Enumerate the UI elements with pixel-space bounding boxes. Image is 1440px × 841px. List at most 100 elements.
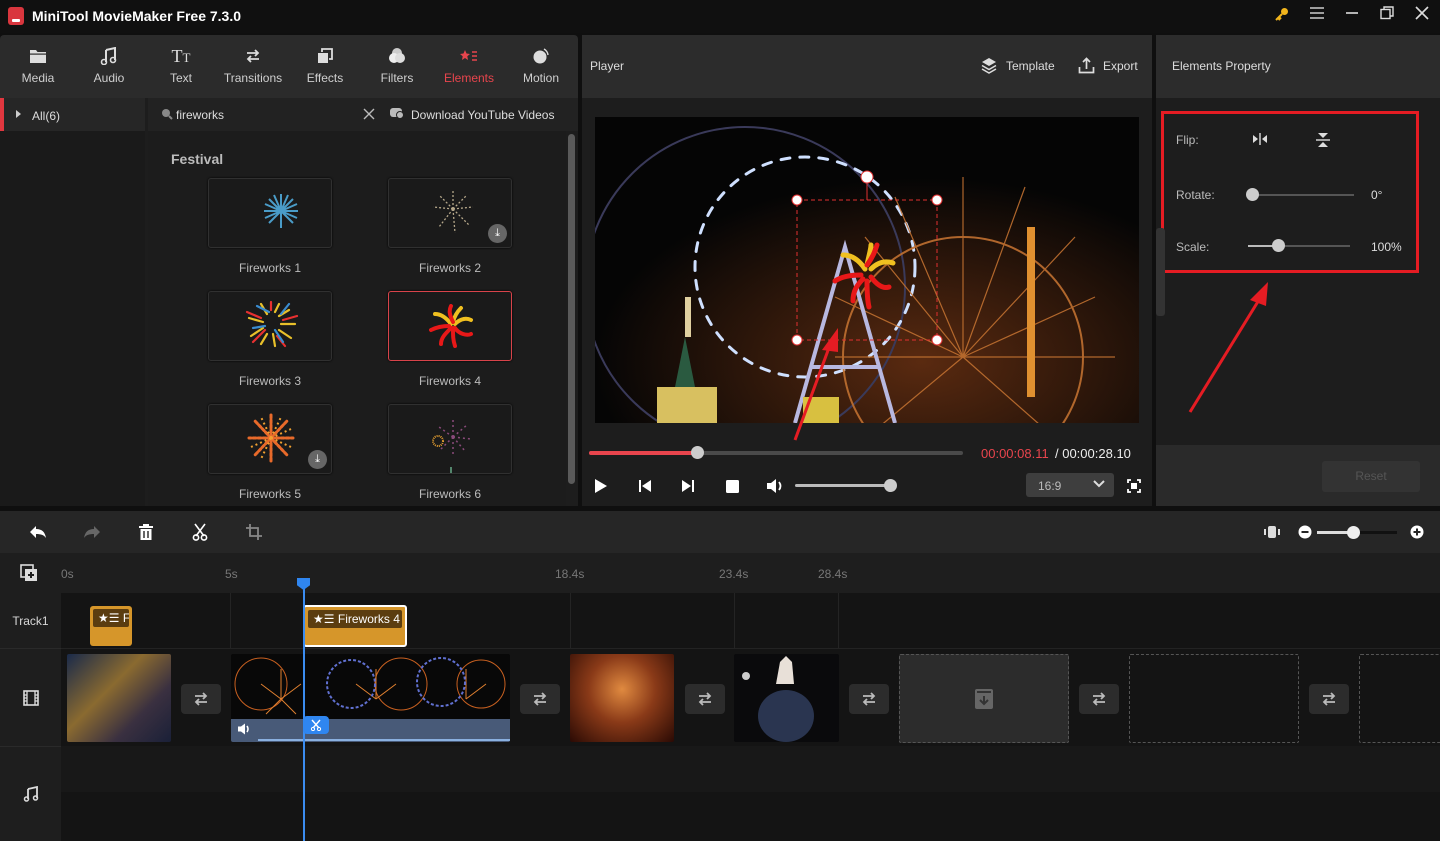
scissors-icon bbox=[192, 523, 208, 541]
playhead[interactable] bbox=[303, 578, 305, 841]
previous-frame-button[interactable] bbox=[635, 476, 655, 496]
volume-button[interactable] bbox=[765, 476, 785, 496]
element-clip-selected[interactable]: ★☰ Fireworks 4 bbox=[303, 605, 407, 647]
volume-slider[interactable] bbox=[795, 479, 897, 492]
empty-media-slot[interactable] bbox=[1129, 654, 1299, 743]
element-card-fireworks-2[interactable]: ⤓ bbox=[388, 178, 512, 248]
split-button[interactable] bbox=[189, 522, 211, 542]
library-scrollbar[interactable] bbox=[568, 134, 575, 484]
flip-vertical-button[interactable] bbox=[1316, 132, 1330, 151]
fit-icon bbox=[1264, 526, 1280, 538]
clip-thumbnails bbox=[231, 657, 510, 742]
export-icon bbox=[1078, 57, 1095, 74]
grid-line bbox=[734, 593, 735, 648]
transition-slot[interactable] bbox=[685, 684, 725, 714]
video-clip-city[interactable] bbox=[67, 654, 171, 742]
reset-button[interactable]: Reset bbox=[1322, 461, 1420, 492]
properties-footer: Reset bbox=[1156, 445, 1440, 506]
element-card-fireworks-3[interactable] bbox=[208, 291, 332, 361]
tab-elements[interactable]: Elements bbox=[435, 45, 503, 85]
grid-line bbox=[838, 593, 839, 648]
download-icon[interactable]: ⤓ bbox=[308, 450, 327, 469]
track-headers: Track1 bbox=[0, 593, 61, 841]
clip-volume-icon[interactable] bbox=[237, 723, 251, 738]
category-all[interactable]: All(6) bbox=[0, 98, 145, 131]
menu-icon[interactable] bbox=[1305, 6, 1329, 26]
volume-knob[interactable] bbox=[884, 479, 897, 492]
tab-media[interactable]: Media bbox=[4, 45, 72, 85]
element-card-fireworks-6[interactable] bbox=[388, 404, 512, 474]
element-card-fireworks-5[interactable]: ⤓ bbox=[208, 404, 332, 474]
video-clip-lanterns[interactable] bbox=[570, 654, 674, 742]
progress-fill bbox=[589, 451, 698, 455]
video-preview[interactable] bbox=[595, 117, 1139, 423]
flip-horizontal-button[interactable] bbox=[1252, 133, 1268, 148]
tab-audio[interactable]: Audio bbox=[75, 45, 143, 85]
fireworks-thumbnail bbox=[429, 304, 473, 348]
elements-property-panel: Elements Property Flip: Rotate: 0° Scale… bbox=[1156, 35, 1440, 506]
player-panel: Player Template Export 00:00:08.11 / 00:… bbox=[582, 35, 1152, 506]
fireworks-thumbnail bbox=[247, 413, 295, 463]
scale-slider[interactable] bbox=[1248, 239, 1350, 252]
tab-text[interactable]: TT Text bbox=[147, 45, 215, 86]
add-track-button[interactable] bbox=[20, 564, 38, 585]
close-icon[interactable] bbox=[1410, 6, 1434, 26]
download-youtube-link[interactable]: Download YouTube Videos bbox=[411, 108, 554, 122]
ruler-tick: 28.4s bbox=[818, 567, 848, 581]
download-icon[interactable]: ⤓ bbox=[488, 224, 507, 243]
fit-timeline-button[interactable] bbox=[1261, 522, 1283, 542]
restore-icon[interactable] bbox=[1375, 6, 1399, 26]
tab-transitions[interactable]: Transitions bbox=[219, 45, 287, 85]
element-clip[interactable]: ★☰ Fi bbox=[90, 606, 132, 646]
empty-media-slot[interactable] bbox=[899, 654, 1069, 743]
redo-button[interactable] bbox=[81, 522, 103, 542]
zoom-in-button[interactable] bbox=[1406, 522, 1428, 542]
clear-search-icon[interactable] bbox=[363, 108, 375, 123]
elements-icon: ★☰ bbox=[313, 612, 338, 626]
timeline-ruler[interactable]: 0s 5s 18.4s 23.4s 28.4s bbox=[0, 553, 1440, 593]
player-header: Player Template Export bbox=[582, 35, 1152, 98]
track-header-video bbox=[0, 649, 61, 747]
undo-icon bbox=[30, 526, 46, 538]
transition-slot[interactable] bbox=[1079, 684, 1119, 714]
ruler-tick: 0s bbox=[61, 567, 74, 581]
element-card-fireworks-1[interactable] bbox=[208, 178, 332, 248]
empty-media-slot[interactable] bbox=[1359, 654, 1440, 743]
play-button[interactable] bbox=[591, 476, 611, 496]
next-frame-button[interactable] bbox=[678, 476, 698, 496]
rotate-knob[interactable] bbox=[1246, 188, 1259, 201]
transition-slot[interactable] bbox=[181, 684, 221, 714]
video-clip-sky-lantern[interactable] bbox=[734, 654, 839, 742]
swap-icon bbox=[219, 45, 287, 67]
transition-slot[interactable] bbox=[849, 684, 889, 714]
video-clip-ferris-wheel[interactable] bbox=[231, 654, 510, 742]
stop-button[interactable] bbox=[722, 476, 742, 496]
youtube-download-icon bbox=[390, 107, 404, 122]
undo-button[interactable] bbox=[27, 522, 49, 542]
tab-effects[interactable]: Effects bbox=[291, 45, 359, 85]
crop-button[interactable] bbox=[243, 522, 265, 542]
zoom-out-button[interactable] bbox=[1294, 522, 1316, 542]
timeline-zoom-slider[interactable] bbox=[1317, 526, 1397, 539]
tab-motion[interactable]: Motion bbox=[507, 45, 575, 85]
split-at-playhead-button[interactable] bbox=[303, 716, 329, 734]
progress-knob[interactable] bbox=[691, 446, 705, 459]
element-card-fireworks-4[interactable] bbox=[388, 291, 512, 361]
search-input[interactable] bbox=[176, 108, 346, 122]
fullscreen-button[interactable] bbox=[1124, 476, 1144, 496]
tab-filters[interactable]: Filters bbox=[363, 45, 431, 85]
zoom-knob[interactable] bbox=[1347, 526, 1360, 539]
scale-knob[interactable] bbox=[1271, 239, 1285, 252]
key-icon[interactable] bbox=[1270, 6, 1294, 26]
layers-icon bbox=[981, 58, 997, 74]
minimize-icon[interactable] bbox=[1340, 6, 1364, 26]
panel-resize-handle[interactable] bbox=[1156, 228, 1165, 316]
transition-slot[interactable] bbox=[1309, 684, 1349, 714]
transition-slot[interactable] bbox=[520, 684, 560, 714]
delete-button[interactable] bbox=[135, 522, 157, 542]
aspect-ratio-select[interactable]: 16:9 bbox=[1026, 473, 1114, 497]
element-label: Fireworks 2 bbox=[418, 261, 481, 275]
toolbox-tabs: Media Audio TT Text Transitions Effects … bbox=[0, 35, 578, 98]
playback-progress-slider[interactable] bbox=[589, 446, 963, 459]
rotate-slider[interactable] bbox=[1246, 188, 1354, 201]
